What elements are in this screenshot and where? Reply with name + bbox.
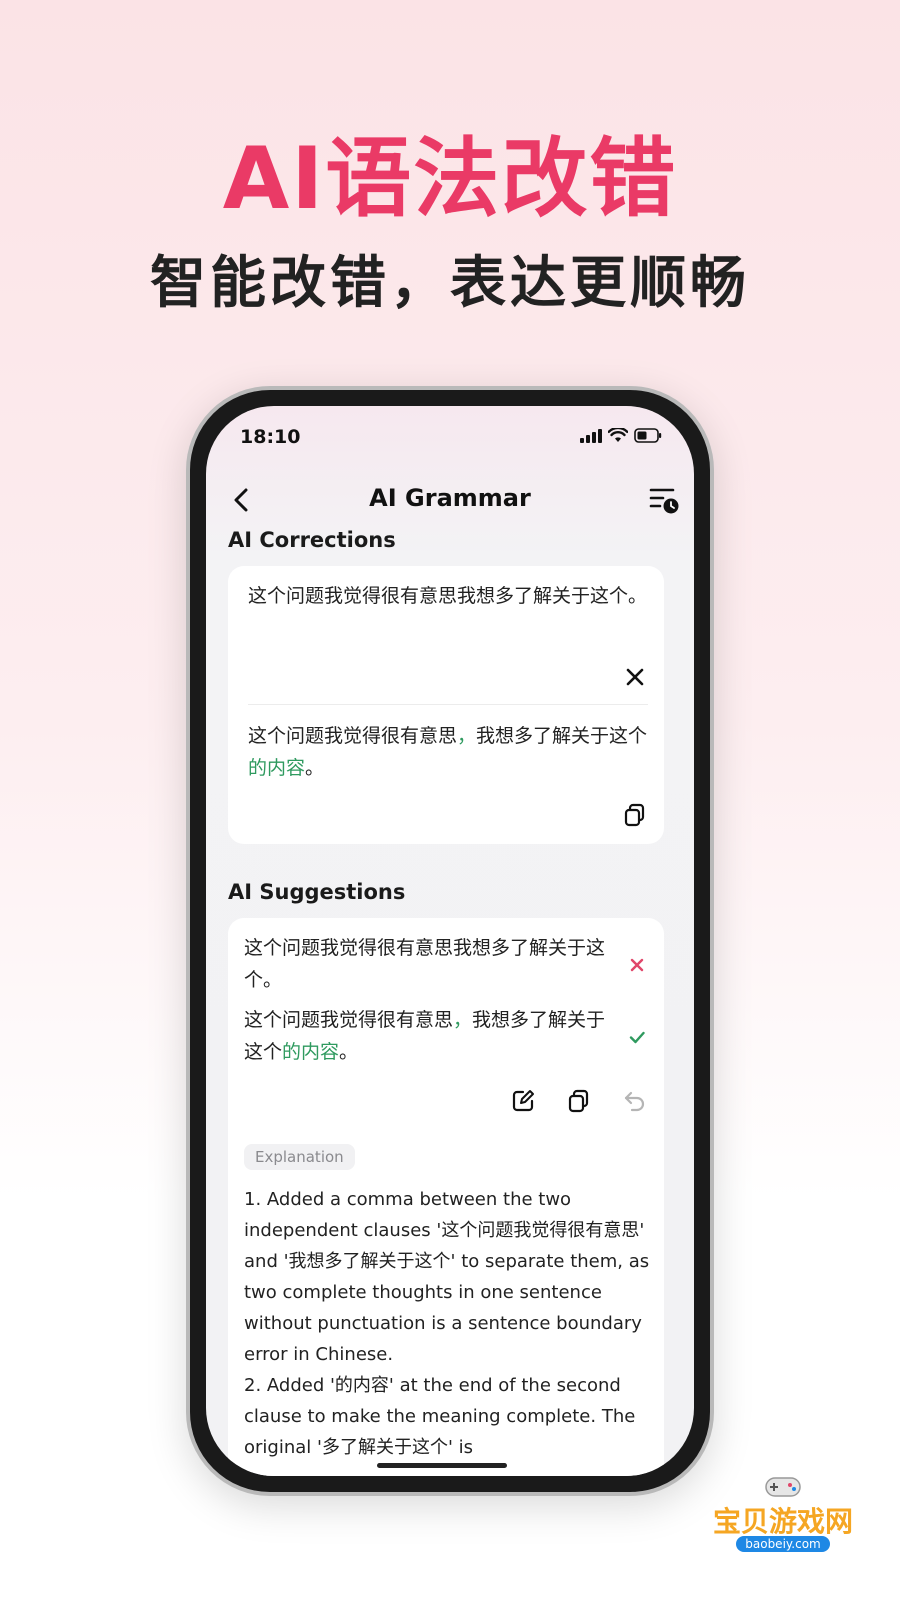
phone-frame: 18:10 AI Grammar AI Corrections 这个问题我觉得很… bbox=[186, 386, 714, 1496]
nav-bar: AI Grammar bbox=[206, 480, 694, 524]
card-divider bbox=[248, 704, 648, 705]
copy-icon[interactable] bbox=[622, 802, 648, 828]
corrected-text[interactable]: 这个问题我觉得很有意思，我想多了解关于这个的内容。 bbox=[248, 720, 648, 784]
explanation-text: 1. Added a comma between the two indepen… bbox=[244, 1189, 650, 1458]
corrected-segment: 我想多了解关于这个 bbox=[476, 725, 648, 747]
corrected-segment: 这个问题我觉得很有意思 bbox=[244, 1009, 454, 1031]
suggestions-section-title: AI Suggestions bbox=[228, 880, 406, 904]
inserted-segment: 的内容 bbox=[282, 1041, 340, 1063]
home-indicator bbox=[377, 1463, 507, 1468]
undo-icon[interactable] bbox=[622, 1088, 648, 1114]
explanation-label: Explanation bbox=[244, 1144, 355, 1170]
inserted-segment: 的内容 bbox=[248, 757, 306, 779]
original-text[interactable]: 这个问题我觉得很有意思我想多了解关于这个。 bbox=[248, 580, 648, 612]
app-screen: 18:10 AI Grammar AI Corrections 这个问题我觉得很… bbox=[206, 406, 694, 1476]
history-list-icon[interactable] bbox=[648, 484, 680, 516]
close-icon[interactable] bbox=[622, 664, 648, 690]
edit-icon[interactable] bbox=[510, 1088, 536, 1114]
watermark-logo: 宝贝游戏网 baobeiy.com bbox=[708, 1474, 858, 1570]
gamepad-icon bbox=[765, 1477, 801, 1497]
watermark-text: 宝贝游戏网 bbox=[712, 1505, 853, 1538]
corrections-section-title: AI Corrections bbox=[228, 528, 396, 552]
corrected-segment: 。 bbox=[339, 1041, 359, 1063]
corrected-segment: 这个问题我觉得很有意思 bbox=[248, 725, 458, 747]
battery-icon bbox=[634, 428, 662, 443]
inserted-segment: ， bbox=[457, 725, 477, 747]
corrections-card: 这个问题我觉得很有意思我想多了解关于这个。 这个问题我觉得很有意思，我想多了解关… bbox=[228, 566, 664, 844]
x-mark-icon bbox=[630, 958, 644, 972]
status-bar: 18:10 bbox=[206, 406, 694, 462]
suggestions-card: 这个问题我觉得很有意思我想多了解关于这个。 这个问题我觉得很有意思，我想多了解关… bbox=[228, 918, 664, 1476]
check-icon bbox=[629, 1031, 645, 1044]
page-title: AI Grammar bbox=[369, 484, 531, 512]
wrong-sentence[interactable]: 这个问题我觉得很有意思我想多了解关于这个。 bbox=[244, 932, 620, 996]
watermark-url: baobeiy.com bbox=[736, 1536, 830, 1552]
wifi-icon bbox=[608, 428, 628, 442]
signal-icon bbox=[580, 428, 602, 443]
status-time: 18:10 bbox=[240, 426, 301, 448]
promo-subtitle: 智能改错，表达更顺畅 bbox=[150, 251, 750, 316]
promo-title: AI语法改错 bbox=[222, 129, 678, 229]
right-sentence[interactable]: 这个问题我觉得很有意思，我想多了解关于这个的内容。 bbox=[244, 1004, 620, 1068]
status-icons bbox=[580, 428, 662, 443]
copy-icon[interactable] bbox=[566, 1088, 592, 1114]
corrected-segment: 。 bbox=[305, 757, 325, 779]
inserted-segment: ， bbox=[453, 1009, 473, 1031]
